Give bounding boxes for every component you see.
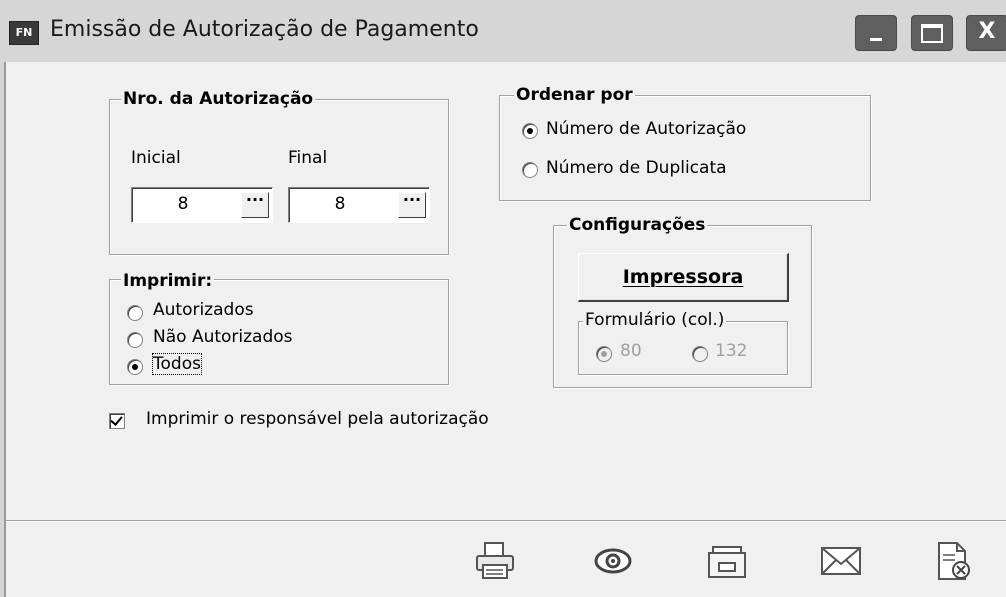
ordenar-duplicata-label[interactable]: Número de Duplicata [546,158,727,178]
impressora-button-label: Impressora [622,266,744,288]
close-button[interactable]: X [966,15,1006,51]
configuracoes-group: Configurações Impressora Formulário (col… [553,215,812,388]
formulario-132-radio[interactable] [692,346,708,362]
folder-icon[interactable] [703,541,753,581]
imprimir-todos-label[interactable]: Todos [152,353,202,375]
imprimir-legend: Imprimir: [121,271,215,291]
final-label: Final [288,148,328,168]
inicial-input[interactable]: 8 ··· [131,187,273,223]
envelope-icon[interactable] [816,541,866,581]
title-bar: FN Emissão de Autorização de Pagamento X [0,0,1006,62]
formulario-legend: Formulário (col.) [583,310,727,330]
footer-toolbar [6,520,1006,597]
impressora-button[interactable]: Impressora [578,253,789,302]
final-lookup-button[interactable]: ··· [398,192,426,218]
form-content: Nro. da Autorização Inicial Final 8 ··· … [6,62,1006,520]
app-window: FN Emissão de Autorização de Pagamento X… [0,0,1006,597]
responsavel-checkbox[interactable] [109,413,125,429]
document-cancel-icon[interactable] [927,541,977,581]
configuracoes-legend: Configurações [567,215,708,235]
maximize-button[interactable] [911,15,953,51]
imprimir-group: Imprimir: Autorizados Não Autorizados To… [109,271,449,385]
ordenar-autorizacao-label[interactable]: Número de Autorização [546,119,746,139]
ordenar-por-group: Ordenar por Número de Autorização Número… [499,85,871,201]
formulario-group: Formulário (col.) 80 132 [578,310,788,375]
imprimir-nao-autorizados-radio[interactable] [127,332,143,348]
ordenar-autorizacao-radio[interactable] [522,123,538,139]
final-input[interactable]: 8 ··· [288,187,430,223]
inicial-lookup-button[interactable]: ··· [241,192,269,218]
nro-autorizacao-group: Nro. da Autorização Inicial Final 8 ··· … [109,89,449,255]
imprimir-autorizados-radio[interactable] [127,305,143,321]
close-icon: X [978,19,996,44]
formulario-132-label[interactable]: 132 [715,341,747,361]
formulario-80-label[interactable]: 80 [620,341,642,361]
printer-icon[interactable] [471,541,521,581]
app-icon: FN [9,21,39,45]
imprimir-nao-autorizados-label[interactable]: Não Autorizados [153,327,293,347]
imprimir-todos-radio[interactable] [127,359,143,375]
inicial-value: 8 [177,194,189,214]
inicial-label: Inicial [131,148,181,168]
minimize-button[interactable] [855,15,897,51]
responsavel-label[interactable]: Imprimir o responsável pela autorização [146,409,489,429]
final-value: 8 [334,194,346,214]
preview-eye-icon[interactable] [588,541,638,581]
ordenar-por-legend: Ordenar por [514,85,635,105]
imprimir-autorizados-label[interactable]: Autorizados [153,300,254,320]
nro-autorizacao-legend: Nro. da Autorização [121,89,316,109]
window-title: Emissão de Autorização de Pagamento [50,17,479,42]
formulario-80-radio[interactable] [596,346,612,362]
ordenar-duplicata-radio[interactable] [522,162,538,178]
